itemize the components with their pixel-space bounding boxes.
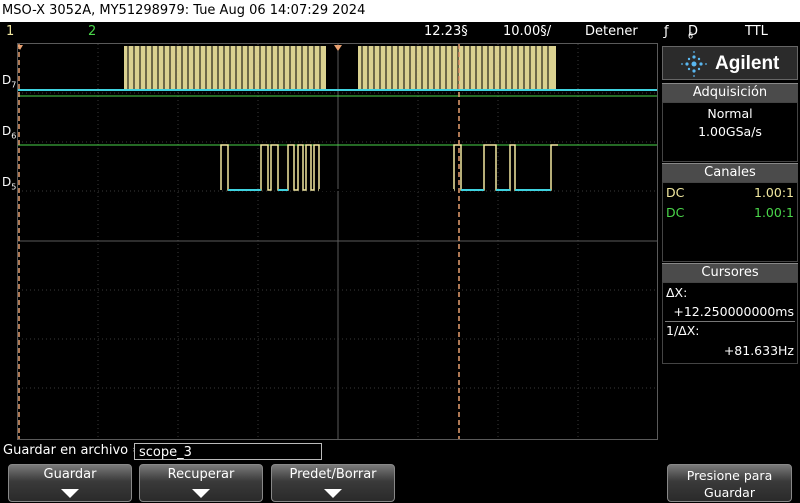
channel-label-d6: D6: [2, 124, 17, 141]
down-arrow-icon: [324, 489, 342, 498]
default-erase-softkey[interactable]: Predet/Borrar: [271, 464, 395, 502]
default-erase-softkey-label: Predet/Borrar: [289, 467, 377, 482]
window-title: MSO-X 3052A, MY51298979: Tue Aug 06 14:0…: [0, 0, 800, 22]
acquisition-header[interactable]: Adquisición: [662, 83, 798, 102]
cursor-marker: [18, 45, 23, 50]
down-arrow-icon: [61, 489, 79, 498]
press-to-save-softkey[interactable]: Presione para Guardar: [667, 464, 792, 502]
status-bar: 1 2 12.23§ 10.00§/ Detener ƒ D6 TTL: [0, 22, 800, 41]
inverse-delta-x-value: +81.633Hz: [723, 343, 794, 358]
cursors-box: ΔX: +12.250000000ms 1/ΔX: +81.633Hz: [662, 282, 798, 364]
recall-softkey[interactable]: Recuperar: [139, 464, 263, 502]
acquisition-box: Normal 1.00GSa/s: [662, 102, 798, 162]
right-panel: Agilent Adquisición Normal 1.00GSa/s Can…: [660, 43, 800, 440]
ch2-coupling: DC: [666, 205, 685, 220]
trigger-level: TTL: [745, 24, 768, 39]
brand-logo: Agilent: [662, 46, 798, 80]
ch1-probe: 1.00:1: [754, 185, 794, 200]
d5-trace-yellow: [220, 144, 558, 191]
channel-2-indicator[interactable]: 2: [88, 22, 96, 41]
inverse-delta-x-label: 1/ΔX:: [666, 323, 700, 338]
save-softkey[interactable]: Guardar: [8, 464, 132, 502]
brand-name: Agilent: [715, 53, 780, 74]
press-to-save-label: Presione para Guardar: [686, 468, 773, 500]
bottom-softkey-bar: Guardar en archivo = scope_3 Guardar Rec…: [0, 441, 800, 503]
time-offset: 12.23§: [424, 24, 468, 39]
agilent-spark-icon: [681, 51, 707, 77]
time-scale: 10.00§/: [503, 24, 552, 39]
run-state: Detener: [585, 24, 638, 39]
acq-mode: Normal: [707, 106, 753, 121]
channel-1-indicator[interactable]: 1: [6, 22, 14, 41]
save-filename-label: Guardar en archivo =: [3, 443, 144, 458]
waveform-svg: [18, 44, 657, 439]
graticule: [18, 44, 657, 439]
acq-rate: 1.00GSa/s: [698, 124, 762, 139]
down-arrow-icon: [192, 489, 210, 498]
waveform-display[interactable]: [17, 43, 658, 440]
channel-label-d7: D7: [2, 73, 17, 90]
cursors-header[interactable]: Cursores: [662, 263, 798, 282]
ch1-coupling: DC: [666, 185, 685, 200]
trigger-marker: [334, 45, 342, 51]
d7-burst-2: [358, 46, 556, 90]
channels-box: DC 1.00:1 DC 1.00:1: [662, 182, 798, 262]
trigger-edge-icon: ƒ: [664, 24, 669, 39]
delta-x-label: ΔX:: [666, 285, 688, 300]
save-filename-row: Guardar en archivo = scope_3: [0, 441, 660, 461]
ch2-probe: 1.00:1: [754, 205, 794, 220]
channel-label-d5: D5: [2, 175, 17, 192]
save-filename-field[interactable]: scope_3: [134, 443, 322, 460]
save-softkey-label: Guardar: [43, 467, 97, 482]
delta-x-value: +12.250000000ms: [673, 304, 794, 319]
channels-header[interactable]: Canales: [662, 163, 798, 182]
recall-softkey-label: Recuperar: [167, 467, 235, 482]
